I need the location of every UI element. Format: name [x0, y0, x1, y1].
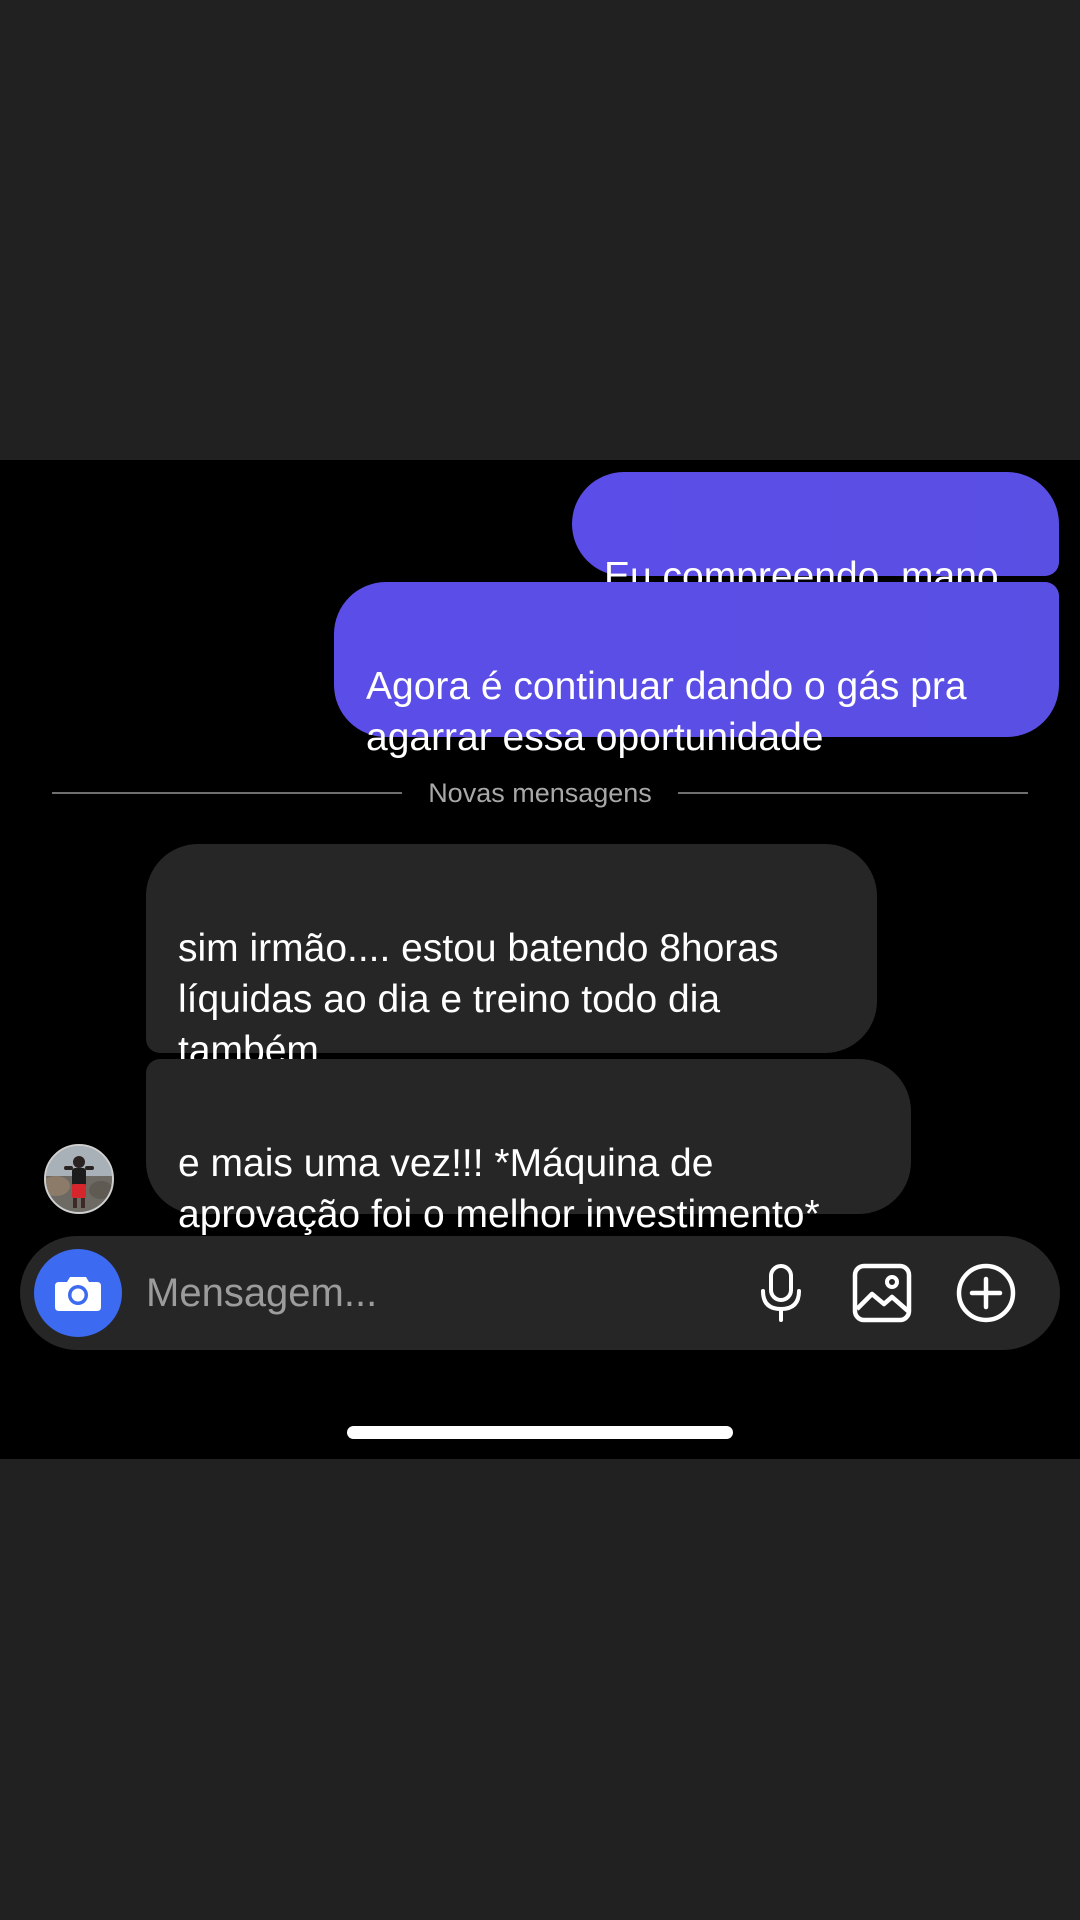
home-indicator[interactable] [347, 1426, 733, 1439]
camera-icon [55, 1277, 101, 1311]
camera-button[interactable] [34, 1249, 122, 1337]
new-messages-divider: Novas mensagens [52, 768, 1028, 818]
incoming-message[interactable]: e mais uma vez!!! *Máquina de aprovação … [146, 1059, 911, 1236]
avatar-image [46, 1146, 112, 1212]
outgoing-message[interactable]: Eu compreendo, mano [572, 472, 1059, 598]
incoming-message-text: e mais uma vez!!! *Máquina de aprovação … [178, 1142, 820, 1236]
divider-line [52, 792, 403, 794]
add-button[interactable] [951, 1258, 1021, 1328]
outgoing-message-text: Agora é continuar dando o gás pra agarra… [366, 665, 967, 759]
incoming-message[interactable]: sim irmão.... estou batendo 8horas líqui… [146, 844, 877, 1072]
chat-screen: Eu compreendo, mano Agora é continuar da… [0, 460, 1080, 1459]
message-input[interactable] [146, 1258, 596, 1328]
message-composer [20, 1236, 1060, 1350]
sender-avatar[interactable] [44, 1144, 114, 1214]
outgoing-message[interactable]: Agora é continuar dando o gás pra agarra… [334, 582, 1059, 759]
screenshot-frame: Eu compreendo, mano Agora é continuar da… [0, 0, 1080, 1920]
gallery-button[interactable] [847, 1258, 917, 1328]
incoming-message-text: sim irmão.... estou batendo 8horas líqui… [178, 927, 779, 1072]
plus-circle-icon [956, 1263, 1016, 1323]
microphone-icon [761, 1264, 801, 1322]
divider-label: Novas mensagens [428, 777, 652, 808]
microphone-button[interactable] [746, 1258, 816, 1328]
divider-line [677, 792, 1028, 794]
image-icon [852, 1263, 912, 1323]
